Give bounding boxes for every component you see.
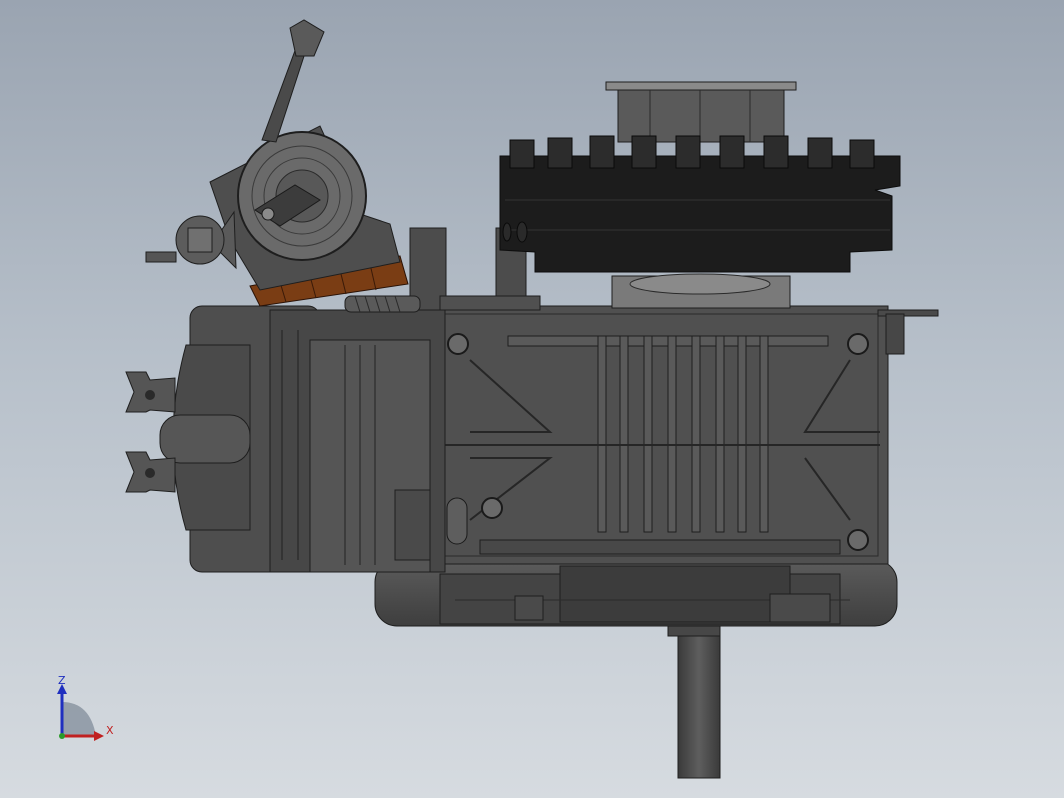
x-axis-head <box>94 731 104 741</box>
triad-plane <box>62 702 96 736</box>
cooling-fan[interactable] <box>499 81 901 273</box>
y-axis-origin <box>59 733 65 739</box>
mounting-plate[interactable] <box>877 309 939 355</box>
carburetor-assembly[interactable] <box>145 125 409 307</box>
fan-mount-column[interactable] <box>611 273 791 309</box>
crankcase-base[interactable] <box>374 559 898 627</box>
engine-block[interactable] <box>429 305 889 565</box>
x-axis-label: X <box>106 724 114 737</box>
engine-assembly-model[interactable] <box>0 0 1064 798</box>
output-shaft[interactable] <box>667 621 721 779</box>
view-orientation-triad[interactable]: Z X <box>50 676 120 746</box>
graphics-viewport[interactable]: Z X <box>0 0 1064 798</box>
throttle-lever[interactable] <box>261 19 325 143</box>
z-axis-label: Z <box>58 676 66 687</box>
worm-gear[interactable] <box>344 295 421 313</box>
flywheel-housing[interactable] <box>159 305 446 573</box>
